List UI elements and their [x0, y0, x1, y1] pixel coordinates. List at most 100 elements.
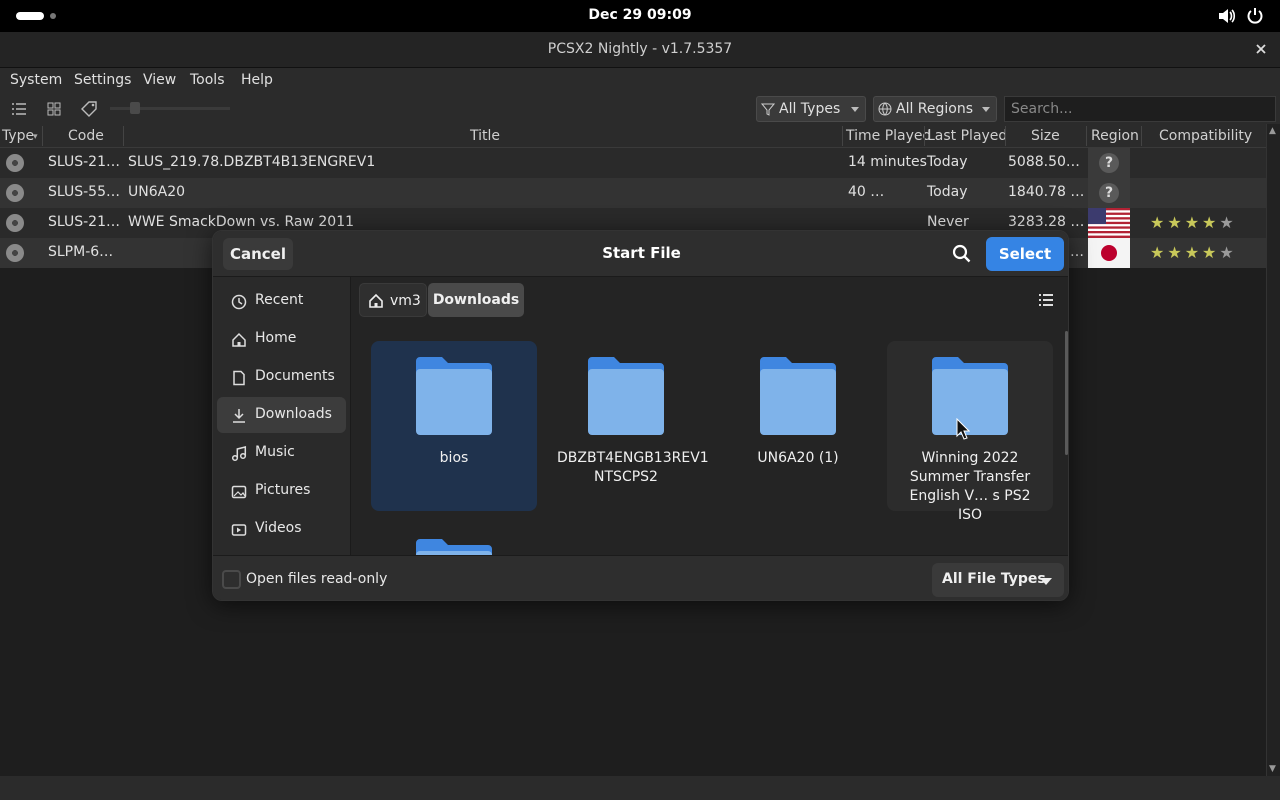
column-compatibility[interactable]: Compatibility — [1159, 128, 1252, 144]
folder-icon — [416, 539, 492, 555]
video-icon — [231, 524, 247, 536]
sidebar-item-label: Home — [255, 330, 297, 346]
game-list-header: Type ▾ Code Title Time Played Last Playe… — [0, 124, 1266, 148]
folder-item[interactable]: DBZBT4ENGB13REV1 NTSCPS2 — [543, 341, 709, 511]
picture-icon — [231, 485, 247, 499]
sidebar-item-downloads[interactable]: Downloads — [217, 397, 346, 433]
home-icon — [369, 293, 383, 308]
folder-item[interactable]: Winning 2022 Summer Transfer English V… … — [887, 341, 1053, 523]
sidebar-item-home[interactable]: Home — [217, 321, 346, 357]
breadcrumb-current[interactable]: Downloads — [428, 283, 524, 317]
sidebar-item-pictures[interactable]: Pictures — [217, 473, 346, 509]
window-titlebar: PCSX2 Nightly - v1.7.5357 — [0, 32, 1280, 68]
cell-title: SLUS_219.78.DBZBT4B13ENGREV1 — [128, 154, 376, 170]
type-filter-value: All Types — [779, 101, 841, 117]
tag-icon[interactable] — [78, 98, 100, 120]
cell-size: 1840.78 … — [1008, 184, 1085, 200]
zoom-slider-track[interactable] — [110, 107, 230, 110]
document-icon — [233, 370, 245, 386]
column-divider — [42, 126, 43, 146]
disc-icon — [6, 244, 24, 262]
menu-settings[interactable]: Settings — [74, 72, 131, 88]
table-scrollbar[interactable]: ▲ ▼ — [1266, 124, 1280, 776]
table-row[interactable]: SLUS-21… SLUS_219.78.DBZBT4B13ENGREV1 14… — [0, 148, 1266, 178]
column-title[interactable]: Title — [470, 128, 500, 144]
folder-item[interactable]: UN6A20 (1) — [715, 341, 881, 511]
volume-icon[interactable] — [1216, 6, 1236, 26]
file-type-dropdown[interactable]: All File Types — [932, 563, 1064, 597]
cell-size: 3283.28 … — [1008, 214, 1085, 230]
file-type-value: All File Types — [942, 571, 1046, 587]
menu-help[interactable]: Help — [241, 72, 273, 88]
type-filter-dropdown[interactable]: All Types — [756, 96, 866, 122]
menu-system[interactable]: System — [10, 72, 62, 88]
search-input[interactable] — [1004, 96, 1276, 122]
column-divider — [1141, 126, 1142, 146]
list-view-toggle-icon[interactable] — [1037, 291, 1055, 309]
cell-code: SLUS-55… — [48, 184, 120, 200]
power-icon[interactable] — [1245, 6, 1265, 26]
sidebar-item-recent[interactable]: Recent — [217, 283, 346, 319]
sidebar-item-documents[interactable]: Documents — [217, 359, 346, 395]
column-code[interactable]: Code — [68, 128, 104, 144]
cell-code: SLUS-21… — [48, 154, 120, 170]
download-icon — [233, 409, 245, 423]
places-sidebar: Recent Home Documents Downloads Music Pi… — [213, 277, 351, 555]
folder-icon — [760, 357, 836, 435]
table-row[interactable]: SLUS-55… UN6A20 40 … Today 1840.78 … ? — [0, 178, 1266, 208]
read-only-checkbox[interactable] — [222, 570, 241, 589]
folder-item[interactable]: bios — [371, 341, 537, 511]
menu-tools[interactable]: Tools — [190, 72, 225, 88]
disc-icon — [6, 214, 24, 232]
dialog-header: Cancel Start File Select — [213, 231, 1068, 277]
column-size[interactable]: Size — [1031, 128, 1060, 144]
clock[interactable]: Dec 29 09:09 — [0, 7, 1280, 23]
column-region[interactable]: Region — [1091, 128, 1139, 144]
folder-item[interactable] — [371, 523, 537, 555]
folder-name: DBZBT4ENGB13REV1 NTSCPS2 — [557, 450, 709, 485]
column-divider — [842, 126, 843, 146]
folder-icon — [588, 357, 664, 435]
sidebar-item-label: Videos — [255, 520, 302, 536]
sidebar-item-videos[interactable]: Videos — [217, 511, 346, 547]
file-chooser-dialog: Cancel Start File Select Recent Home Doc… — [212, 230, 1069, 601]
clock-icon — [231, 294, 247, 310]
region-filter-value: All Regions — [896, 101, 974, 117]
region-unknown-icon: ? — [1088, 148, 1130, 178]
select-button[interactable]: Select — [986, 237, 1064, 271]
folder-icon — [932, 357, 1008, 435]
file-grid-scrollbar[interactable] — [1065, 331, 1068, 455]
column-last-played[interactable]: Last Played — [927, 128, 1007, 144]
sidebar-item-music[interactable]: Music — [217, 435, 346, 471]
cell-title: UN6A20 — [128, 184, 186, 200]
cell-last-played: Never — [927, 214, 969, 230]
folder-name: Winning 2022 Summer Transfer English V… … — [909, 450, 1031, 523]
sidebar-item-label: Pictures — [255, 482, 311, 498]
disc-icon — [6, 154, 24, 172]
mouse-pointer-icon — [956, 418, 970, 440]
column-type[interactable]: Type — [2, 128, 34, 144]
grid-view-icon[interactable] — [43, 98, 65, 120]
zoom-slider-handle[interactable] — [130, 102, 140, 114]
status-bar — [0, 776, 1280, 800]
sidebar-item-label: Documents — [255, 368, 335, 384]
search-icon[interactable] — [951, 243, 973, 265]
list-view-icon[interactable] — [8, 98, 30, 120]
region-filter-dropdown[interactable]: All Regions — [873, 96, 997, 122]
cancel-button[interactable]: Cancel — [223, 238, 293, 270]
column-divider — [1005, 126, 1006, 146]
folder-name: UN6A20 (1) — [757, 450, 839, 466]
music-icon — [231, 446, 247, 462]
compatibility-stars: ★★★★★ — [1150, 213, 1237, 232]
dialog-title: Start File — [602, 244, 681, 262]
read-only-label: Open files read-only — [246, 571, 388, 587]
cell-code: SLUS-21… — [48, 214, 120, 230]
close-icon[interactable] — [1252, 40, 1270, 58]
column-time-played[interactable]: Time Played — [846, 128, 931, 144]
home-icon — [232, 332, 246, 347]
breadcrumb-home[interactable]: vm3 — [359, 283, 427, 317]
chevron-down-icon — [851, 107, 859, 112]
cell-time-played: 14 minutes — [848, 154, 927, 170]
compatibility-stars: ★★★★★ — [1150, 243, 1237, 262]
menu-view[interactable]: View — [143, 72, 176, 88]
